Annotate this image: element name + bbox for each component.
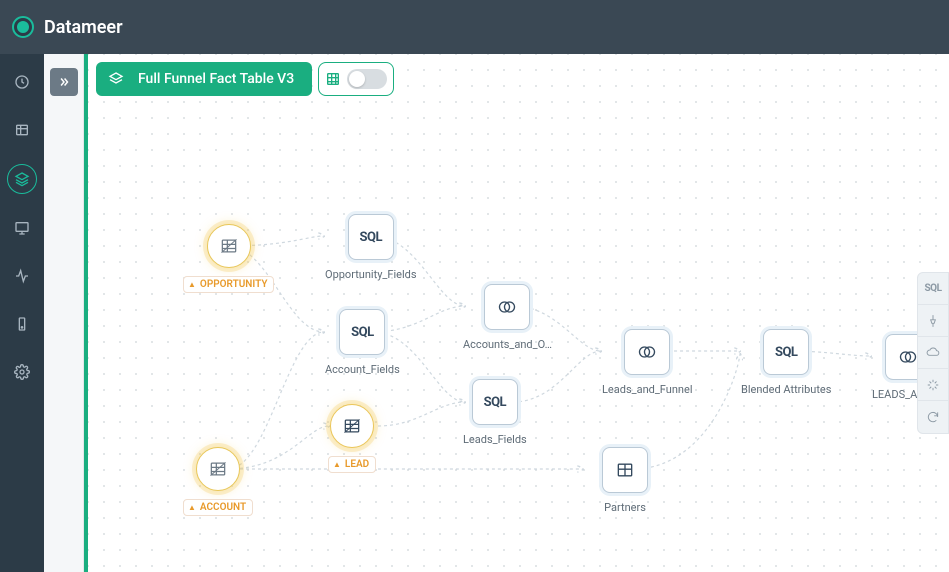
source-table-icon[interactable]	[196, 447, 240, 491]
nav-settings-icon[interactable]	[8, 358, 36, 386]
join-node-icon[interactable]	[624, 329, 670, 375]
tool-sparkle-icon[interactable]	[918, 369, 948, 401]
node-label: OPPORTUNITY	[183, 276, 274, 293]
project-title: Full Funnel Fact Table V3	[138, 71, 294, 87]
node-label: Leads_and_Funnel	[602, 383, 693, 396]
nav-device-icon[interactable]	[8, 310, 36, 338]
nav-history-icon[interactable]	[8, 68, 36, 96]
node-label: Blended Attributes	[741, 383, 831, 396]
brand-logo-icon	[12, 16, 34, 38]
source-table-icon[interactable]	[330, 404, 374, 448]
layers-icon	[108, 71, 124, 87]
brand-name: Datameer	[44, 17, 123, 38]
project-title-pill[interactable]: Full Funnel Fact Table V3	[96, 62, 312, 96]
node-accounts-and-o[interactable]: Accounts_and_O…	[463, 284, 552, 351]
tool-cloud-icon[interactable]	[918, 337, 948, 369]
table-node-icon[interactable]	[602, 447, 648, 493]
expand-column	[44, 54, 84, 572]
sql-node-icon[interactable]: SQL	[763, 329, 809, 375]
sql-node-icon[interactable]: SQL	[339, 309, 385, 355]
node-account-source[interactable]: ACCOUNT	[183, 447, 253, 516]
node-leads-and-funnel[interactable]: Leads_and_Funnel	[602, 329, 693, 396]
source-table-icon[interactable]	[207, 224, 251, 268]
main-area: Full Funnel Fact Table V3	[84, 54, 949, 572]
canvas-toolbar: Full Funnel Fact Table V3	[96, 62, 394, 96]
node-label: Leads_Fields	[463, 433, 527, 446]
left-nav-rail	[0, 54, 44, 572]
node-opportunity-source[interactable]: OPPORTUNITY	[183, 224, 274, 293]
node-opportunity-fields[interactable]: SQL Opportunity_Fields	[325, 214, 417, 281]
nav-monitor-icon[interactable]	[8, 214, 36, 242]
node-account-fields[interactable]: SQL Account_Fields	[325, 309, 400, 376]
node-label: LEAD	[328, 456, 376, 473]
node-blended-attributes[interactable]: SQL Blended Attributes	[741, 329, 831, 396]
sql-node-icon[interactable]: SQL	[472, 379, 518, 425]
tool-refresh-icon[interactable]	[918, 401, 948, 433]
pipeline-canvas[interactable]: OPPORTUNITY ACCOUNT LEAD SQL Opportunity…	[88, 54, 949, 572]
node-label: ACCOUNT	[183, 499, 253, 516]
view-mode-switch[interactable]	[347, 69, 387, 89]
nav-table-icon[interactable]	[8, 116, 36, 144]
grid-icon	[325, 71, 341, 87]
join-node-icon[interactable]	[484, 284, 530, 330]
nav-activity-icon[interactable]	[8, 262, 36, 290]
expand-sidebar-button[interactable]	[50, 68, 78, 96]
tool-pin-icon[interactable]	[918, 305, 948, 337]
view-toggle-pill[interactable]	[318, 62, 394, 96]
sql-node-icon[interactable]: SQL	[348, 214, 394, 260]
canvas-tools-rail: SQL	[917, 272, 949, 434]
nav-layers-icon[interactable]	[7, 164, 37, 194]
node-lead-source[interactable]: LEAD	[328, 404, 376, 473]
app-header: Datameer	[0, 0, 949, 54]
node-leads-fields[interactable]: SQL Leads_Fields	[463, 379, 527, 446]
tool-sql[interactable]: SQL	[918, 273, 948, 305]
node-label: Opportunity_Fields	[325, 268, 417, 281]
node-label: Account_Fields	[325, 363, 400, 376]
node-label: Accounts_and_O…	[463, 338, 552, 351]
node-label: Partners	[604, 501, 646, 514]
node-partners[interactable]: Partners	[602, 447, 648, 514]
